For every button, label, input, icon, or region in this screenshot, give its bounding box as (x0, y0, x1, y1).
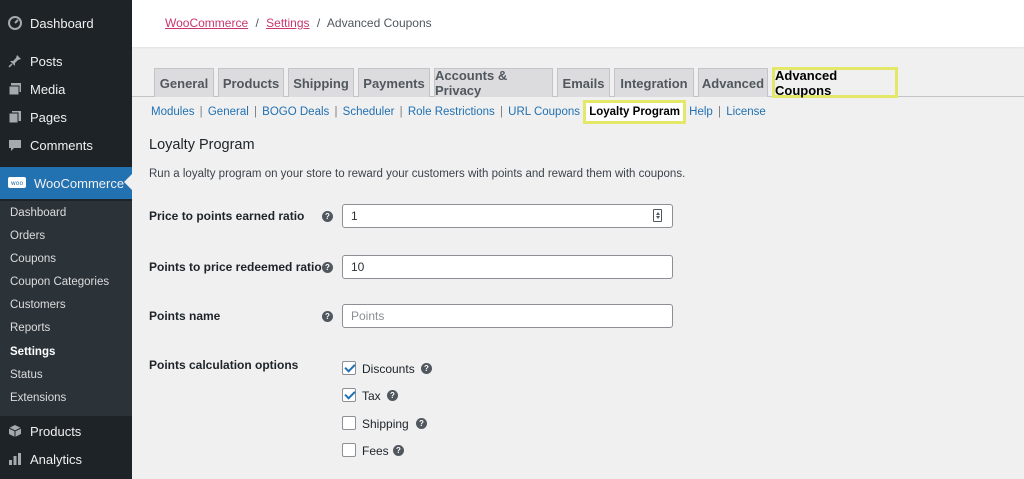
help-icon[interactable]: ? (387, 390, 398, 401)
tab-shipping[interactable]: Shipping (288, 68, 354, 97)
subnav-modules[interactable]: Modules (151, 106, 194, 118)
discounts-checkbox[interactable] (342, 361, 356, 375)
help-icon[interactable]: ? (322, 262, 333, 273)
subnav-role-restrictions[interactable]: Role Restrictions (408, 106, 495, 118)
analytics-icon (8, 452, 22, 466)
subnav-separator: | (196, 106, 203, 118)
submenu-item-extensions[interactable]: Extensions (10, 392, 66, 404)
section-description: Run a loyalty program on your store to r… (149, 168, 686, 180)
help-icon[interactable]: ? (393, 445, 404, 456)
tax-label: Tax (362, 389, 381, 403)
pin-icon (8, 54, 22, 68)
current-menu-arrow (124, 174, 132, 190)
menu-label: Products (30, 423, 82, 439)
subnav-separator: | (250, 106, 257, 118)
fees-label: Fees (362, 444, 389, 458)
help-icon[interactable]: ? (421, 363, 432, 374)
points-calculation-label: Points calculation options (149, 358, 299, 372)
tab-accounts-privacy[interactable]: Accounts & Privacy (434, 68, 553, 98)
tab-advanced[interactable]: Advanced (698, 68, 768, 97)
subnav-separator: | (396, 106, 403, 118)
shipping-checkbox[interactable] (342, 416, 356, 430)
fees-checkbox[interactable] (342, 443, 356, 457)
section-subnav: Modules | General | BOGO Deals | Schedul… (151, 100, 766, 124)
submenu-item-settings[interactable]: Settings (10, 346, 55, 358)
subnav-separator: | (331, 106, 338, 118)
menu-label: Posts (30, 53, 63, 69)
price-to-points-label: Price to points earned ratio (149, 209, 305, 223)
woo-icon: woo (8, 176, 26, 190)
menu-label: WooCommerce (34, 175, 125, 191)
submenu-item-dashboard[interactable]: Dashboard (10, 207, 66, 219)
subnav-loyalty-program[interactable]: Loyalty Program (583, 100, 686, 124)
help-icon[interactable]: ? (322, 311, 333, 322)
menu-item-pages[interactable]: Pages (0, 103, 132, 131)
settings-tabs: General Products Shipping Payments Accou… (132, 67, 1024, 98)
help-icon[interactable]: ? (416, 418, 427, 429)
number-spinner-icon[interactable] (653, 209, 662, 222)
menu-item-media[interactable]: Media (0, 75, 132, 103)
breadcrumb-separator: / (316, 16, 321, 30)
products-icon (8, 424, 22, 438)
admin-sidebar: Dashboard Posts Media Pages Comments woo… (0, 0, 132, 479)
breadcrumb: WooCommerce / Settings / Advanced Coupon… (165, 16, 432, 30)
tab-advanced-coupons[interactable]: Advanced Coupons (772, 67, 898, 98)
points-name-label: Points name (149, 309, 221, 323)
subnav-bogo-deals[interactable]: BOGO Deals (262, 106, 329, 118)
menu-item-posts[interactable]: Posts (0, 47, 132, 75)
points-name-input[interactable]: Points (342, 304, 673, 328)
menu-item-woocommerce[interactable]: woo WooCommerce (0, 167, 132, 199)
menu-label: Pages (30, 109, 67, 125)
pages-icon (8, 110, 22, 124)
section-title: Loyalty Program (149, 137, 255, 153)
menu-label: Media (30, 81, 66, 97)
tab-products[interactable]: Products (218, 68, 284, 97)
page-header: WooCommerce / Settings / Advanced Coupon… (132, 0, 1024, 47)
tab-general[interactable]: General (154, 68, 214, 97)
submenu-item-status[interactable]: Status (10, 369, 43, 381)
tax-checkbox[interactable] (342, 388, 356, 402)
submenu-item-reports[interactable]: Reports (10, 322, 50, 334)
subnav-help[interactable]: Help (689, 106, 713, 118)
svg-text:woo: woo (11, 180, 24, 187)
submenu-item-orders[interactable]: Orders (10, 230, 45, 242)
submenu-item-coupon-categories[interactable]: Coupon Categories (10, 276, 109, 288)
price-to-points-input[interactable]: 1 (342, 204, 673, 228)
points-to-price-label: Points to price redeemed ratio (149, 260, 322, 274)
breadcrumb-separator: / (255, 16, 259, 30)
menu-item-dashboard[interactable]: Dashboard (0, 9, 132, 37)
media-icon (8, 82, 22, 96)
menu-label: Comments (30, 137, 93, 153)
menu-label: Analytics (30, 451, 83, 467)
menu-item-analytics[interactable]: Analytics (0, 445, 132, 473)
tab-integration[interactable]: Integration (614, 68, 694, 97)
tab-emails[interactable]: Emails (557, 68, 610, 97)
breadcrumb-woocommerce-link[interactable]: WooCommerce (165, 16, 248, 30)
points-to-price-input[interactable]: 10 (342, 255, 673, 279)
subnav-url-coupons[interactable]: URL Coupons (508, 106, 580, 118)
subnav-general[interactable]: General (208, 106, 249, 118)
breadcrumb-settings-link[interactable]: Settings (266, 16, 309, 30)
menu-label: Dashboard (30, 15, 94, 31)
shipping-label: Shipping (362, 417, 409, 431)
subnav-separator: | (714, 106, 721, 118)
comments-icon (8, 138, 22, 152)
menu-item-products[interactable]: Products (0, 417, 132, 445)
help-icon[interactable]: ? (322, 211, 333, 222)
discounts-label: Discounts (362, 362, 415, 376)
subnav-separator: | (496, 106, 503, 118)
subnav-scheduler[interactable]: Scheduler (343, 106, 395, 118)
subnav-license[interactable]: License (726, 106, 766, 118)
menu-item-comments[interactable]: Comments (0, 131, 132, 159)
woocommerce-submenu: Dashboard Orders Coupons Coupon Categori… (0, 201, 132, 416)
submenu-item-customers[interactable]: Customers (10, 299, 66, 311)
dashboard-icon (8, 16, 22, 30)
tab-payments[interactable]: Payments (358, 68, 430, 97)
breadcrumb-current: Advanced Coupons (326, 16, 432, 30)
submenu-item-coupons[interactable]: Coupons (10, 253, 56, 265)
